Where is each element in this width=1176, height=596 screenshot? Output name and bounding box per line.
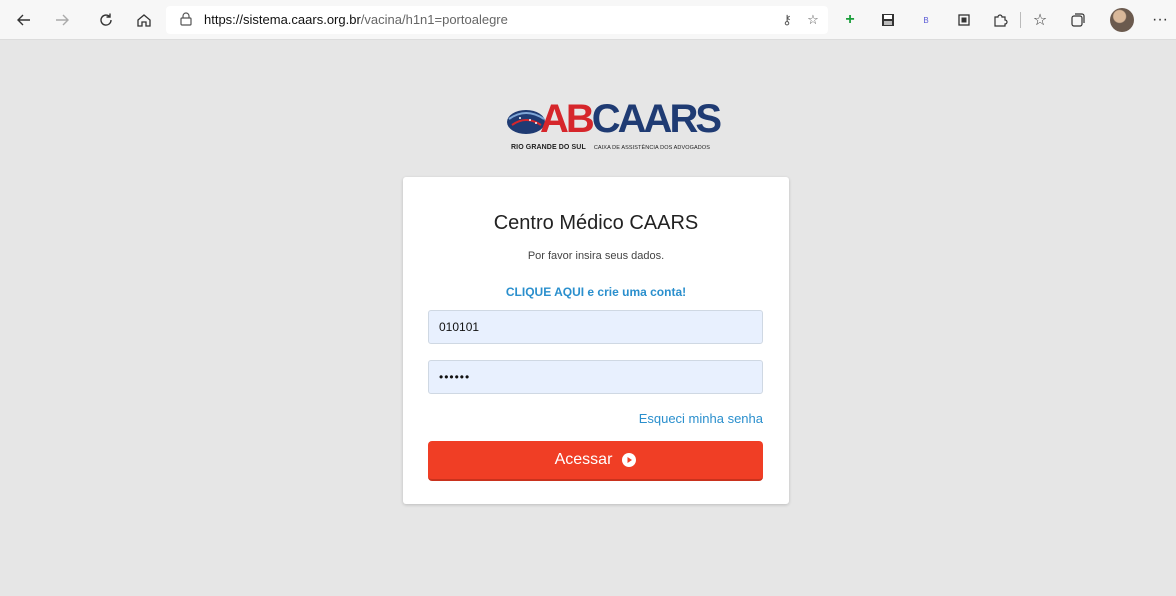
toolbar-divider	[1020, 12, 1021, 28]
refresh-icon[interactable]	[94, 8, 118, 32]
login-button[interactable]: Acessar	[428, 441, 763, 481]
forward-icon[interactable]	[50, 8, 74, 32]
username-field[interactable]: 010101	[428, 310, 763, 344]
logo-wordmark: ABCAARS	[540, 97, 722, 142]
login-button-label: Acessar	[554, 451, 613, 468]
url-path: /vacina/h1n1=portoalegre	[360, 12, 508, 27]
profile-avatar[interactable]	[1110, 8, 1134, 32]
forgot-password-link[interactable]: Esqueci minha senha	[639, 411, 763, 426]
logo-region: RIO GRANDE DO SUL	[511, 144, 586, 151]
extension-plus-icon[interactable]: +	[838, 8, 862, 32]
caars-logo: ABCAARS RIO GRANDE DO SUL CAIXA DE ASSIST…	[502, 97, 722, 157]
logo-ab: AB	[540, 97, 595, 141]
url-text: https://sistema.caars.org.br/vacina/h1n1…	[204, 12, 508, 27]
more-menu-icon[interactable]: ···	[1148, 8, 1172, 32]
login-subtitle: Por favor insira seus dados.	[527, 250, 665, 262]
play-circle-icon	[622, 453, 637, 467]
logo-tagline: RIO GRANDE DO SUL CAIXA DE ASSISTÊNCIA DO…	[511, 144, 710, 151]
favorites-icon[interactable]: ☆	[1028, 8, 1052, 32]
collections-icon[interactable]	[1066, 8, 1090, 32]
extensions-puzzle-icon[interactable]	[988, 8, 1012, 32]
favorite-add-icon[interactable]: ☆	[804, 11, 822, 29]
extension-save-icon[interactable]	[876, 8, 900, 32]
url-host: https://sistema.caars.org.br	[204, 12, 361, 27]
lock-icon	[180, 12, 192, 26]
page-content: ABCAARS RIO GRANDE DO SUL CAIXA DE ASSIST…	[6, 40, 1176, 596]
home-icon[interactable]	[132, 8, 156, 32]
back-icon[interactable]	[12, 8, 36, 32]
address-bar[interactable]: https://sistema.caars.org.br/vacina/h1n1…	[166, 6, 828, 34]
create-account-link[interactable]: CLIQUE AQUI e crie uma conta!	[403, 285, 789, 299]
browser-toolbar: https://sistema.caars.org.br/vacina/h1n1…	[0, 0, 1176, 40]
page-title: Centro Médico CAARS	[493, 212, 699, 234]
password-field[interactable]: ••••••	[428, 360, 763, 394]
extension-square-icon[interactable]	[952, 8, 976, 32]
logo-caars: CAARS	[591, 97, 722, 141]
login-card: Centro Médico CAARS Por favor insira seu…	[403, 177, 789, 504]
logo-org: CAIXA DE ASSISTÊNCIA DOS ADVOGADOS	[593, 145, 711, 151]
key-icon[interactable]: ⚷	[778, 11, 796, 29]
extension-b-icon[interactable]: B	[914, 8, 938, 32]
